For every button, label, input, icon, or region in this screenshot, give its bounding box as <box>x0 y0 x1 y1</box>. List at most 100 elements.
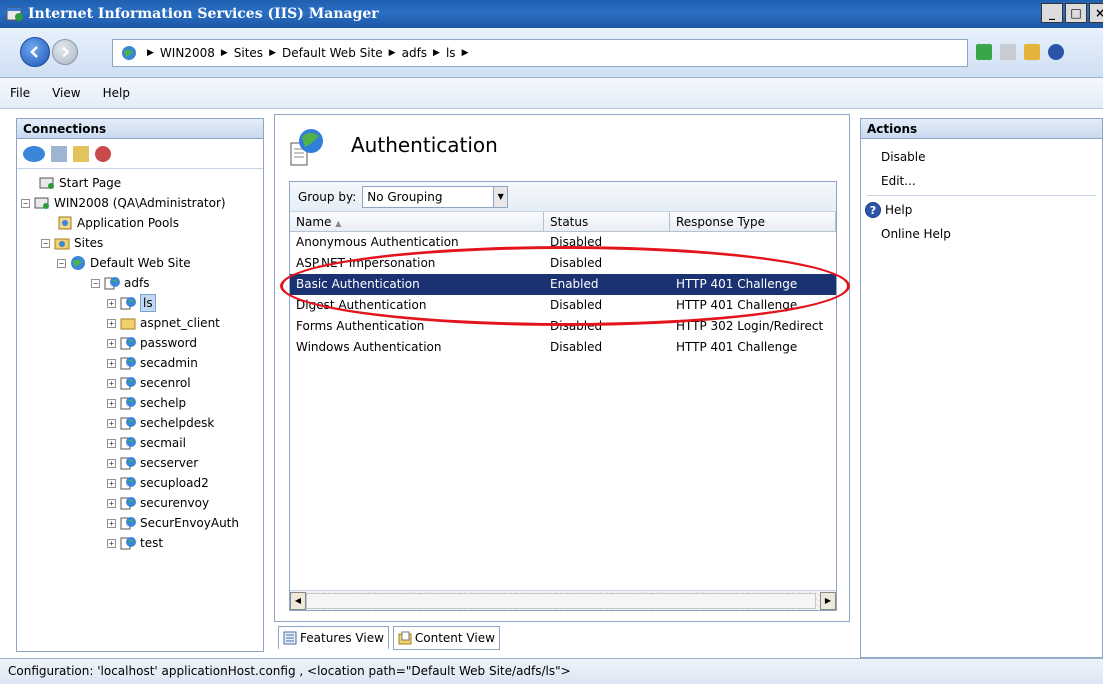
connections-tree: Start Page − WIN2008 (QA\Administrator) … <box>17 169 263 553</box>
maximize-button[interactable]: □ <box>1065 3 1087 23</box>
menu-view[interactable]: View <box>52 86 80 100</box>
tab-features-view[interactable]: Features View <box>278 626 389 650</box>
column-header-response-type[interactable]: Response Type <box>670 212 836 231</box>
expand-icon[interactable]: + <box>107 438 116 448</box>
tree-label: securenvoy <box>140 496 210 510</box>
start-page-icon <box>39 177 54 189</box>
table-row[interactable]: Digest Authentication Disabled HTTP 401 Ch… <box>290 295 836 316</box>
tree-item-adfs[interactable]: − adfs <box>17 273 263 293</box>
connect-icon[interactable] <box>23 145 45 162</box>
table-row[interactable]: Windows Authentication Disabled HTTP 401 C… <box>290 337 836 358</box>
web-app-icon <box>104 277 120 290</box>
tree-item-default-site[interactable]: − Default Web Site <box>17 253 263 273</box>
tab-content-view[interactable]: Content View <box>392 626 500 650</box>
tree-item-sites[interactable]: − Sites <box>17 233 263 253</box>
tree-item-start-page[interactable]: Start Page <box>17 173 263 193</box>
expand-icon[interactable]: + <box>107 538 116 548</box>
back-button[interactable] <box>20 37 50 67</box>
horizontal-scrollbar[interactable]: ◀ ▶ <box>290 590 836 610</box>
expand-icon[interactable]: + <box>107 338 116 348</box>
tree-item-app-pools[interactable]: Application Pools <box>17 213 263 233</box>
tree-item-server[interactable]: − WIN2008 (QA\Administrator) <box>17 193 263 213</box>
stop-icon[interactable] <box>1000 44 1016 60</box>
scroll-thumb[interactable] <box>306 592 816 609</box>
tree-item-child[interactable]: + securenvoy <box>17 493 263 513</box>
tree-item-child[interactable]: + secadmin <box>17 353 263 373</box>
tree-label: Application Pools <box>77 216 179 230</box>
web-app-icon <box>120 537 136 550</box>
expand-icon[interactable]: + <box>107 458 116 468</box>
disable-action[interactable]: Disable <box>861 145 1102 169</box>
column-header-name[interactable]: Name ▲ <box>290 212 544 231</box>
expand-icon[interactable]: + <box>107 518 116 528</box>
forward-button[interactable] <box>52 39 78 65</box>
crumb-ls[interactable]: ls <box>446 46 456 60</box>
table-row[interactable]: Forms Authentication Disabled HTTP 302 Log… <box>290 316 836 337</box>
edit-action[interactable]: Edit... <box>861 169 1102 193</box>
crumb-sites[interactable]: Sites <box>234 46 263 60</box>
tree-item-child[interactable]: + secenrol <box>17 373 263 393</box>
expand-icon[interactable]: + <box>107 498 116 508</box>
tree-label: adfs <box>124 276 150 290</box>
chevron-right-icon: ▶ <box>147 48 154 58</box>
cell-status: Disabled <box>550 340 603 354</box>
tree-label: password <box>140 336 197 350</box>
crumb-adfs[interactable]: adfs <box>402 46 427 60</box>
crumb-server[interactable]: WIN2008 <box>160 46 215 60</box>
tree-item-child[interactable]: + secupload2 <box>17 473 263 493</box>
crumb-default-site[interactable]: Default Web Site <box>282 46 383 60</box>
cell-name: Forms Authentication <box>296 319 425 333</box>
collapse-icon[interactable]: − <box>91 278 100 288</box>
expand-icon[interactable]: + <box>107 398 116 408</box>
breadcrumb[interactable]: ▶ WIN2008 ▶ Sites ▶ Default Web Site ▶ a… <box>112 39 968 67</box>
expand-icon[interactable]: + <box>107 378 116 388</box>
tree-item-child[interactable]: + sechelp <box>17 393 263 413</box>
iis-app-icon <box>6 7 23 21</box>
cell-name: Basic Authentication <box>296 277 420 291</box>
tree-item-ls[interactable]: + ls <box>17 293 263 313</box>
table-row[interactable]: Anonymous Authentication Disabled <box>290 232 836 253</box>
expand-icon[interactable]: + <box>107 478 116 488</box>
tree-item-child[interactable]: + password <box>17 333 263 353</box>
tree-label: aspnet_client <box>140 316 220 330</box>
expand-icon[interactable]: + <box>107 418 116 428</box>
collapse-icon[interactable]: − <box>41 238 50 248</box>
expand-icon[interactable]: + <box>107 318 116 328</box>
tree-item-child[interactable]: + sechelpdesk <box>17 413 263 433</box>
folder-icon[interactable] <box>73 145 89 162</box>
help-icon[interactable] <box>1048 44 1064 60</box>
chevron-right-icon: ▶ <box>269 48 276 58</box>
menu-help[interactable]: Help <box>103 86 130 100</box>
chevron-down-icon[interactable]: ▼ <box>493 186 508 207</box>
scroll-left-icon[interactable]: ◀ <box>290 591 306 610</box>
tree-item-child[interactable]: + test <box>17 533 263 553</box>
expand-icon[interactable]: + <box>107 298 116 308</box>
disconnect-icon[interactable] <box>95 145 111 162</box>
group-by-select[interactable]: No Grouping ▼ <box>362 185 509 208</box>
menu-file[interactable]: File <box>10 86 30 100</box>
table-row[interactable]: Basic Authentication Enabled HTTP 401 Chal… <box>290 274 836 295</box>
refresh-icon[interactable] <box>976 44 992 60</box>
tree-item-child[interactable]: + secmail <box>17 433 263 453</box>
chevron-right-icon: ▶ <box>433 48 440 58</box>
save-icon[interactable] <box>51 145 67 162</box>
close-button[interactable]: × <box>1089 3 1103 23</box>
app-pools-icon <box>58 216 72 230</box>
home-icon[interactable] <box>1024 44 1040 60</box>
expand-icon[interactable]: + <box>107 358 116 368</box>
column-header-status[interactable]: Status <box>544 212 670 231</box>
tree-label: secadmin <box>140 356 198 370</box>
tree-item-child[interactable]: + secserver <box>17 453 263 473</box>
tree-item-child[interactable]: + aspnet_client <box>17 313 263 333</box>
web-app-icon <box>120 357 136 370</box>
arrow-right-icon <box>62 46 70 58</box>
collapse-icon[interactable]: − <box>21 198 30 208</box>
help-action[interactable]: ? Help <box>861 198 1102 222</box>
collapse-icon[interactable]: − <box>57 258 66 268</box>
connections-header: Connections <box>17 119 263 139</box>
minimize-button[interactable]: _ <box>1041 3 1063 23</box>
tree-item-child[interactable]: + SecurEnvoyAuth <box>17 513 263 533</box>
scroll-right-icon[interactable]: ▶ <box>820 591 836 610</box>
online-help-action[interactable]: Online Help <box>861 222 1102 246</box>
table-row[interactable]: ASP.NET Impersonation Disabled <box>290 253 836 274</box>
